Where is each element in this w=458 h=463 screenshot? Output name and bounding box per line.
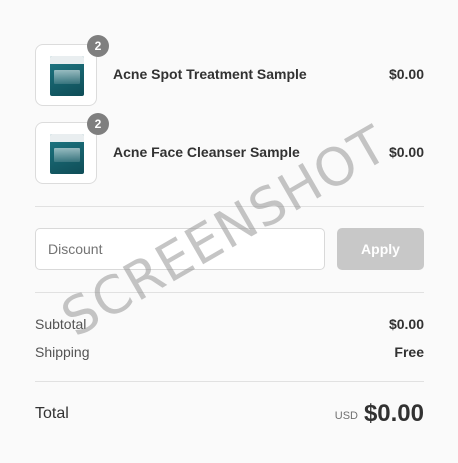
product-name: Acne Spot Treatment Sample — [113, 66, 307, 82]
product-packet-image — [50, 134, 84, 174]
total-label: Total — [35, 405, 69, 422]
total-amount: $0.00 — [363, 400, 424, 427]
product-price: $0.00 — [388, 66, 424, 82]
divider — [35, 381, 424, 382]
product-name: Acne Face Cleanser Sample — [113, 144, 300, 160]
discount-code-input[interactable] — [35, 228, 325, 270]
subtotal-value: $0.00 — [388, 316, 424, 332]
product-thumbnail — [35, 122, 97, 184]
product-packet-image — [50, 56, 84, 96]
quantity-badge: 2 — [87, 35, 109, 57]
quantity-badge: 2 — [87, 113, 109, 135]
product-price: $0.00 — [388, 144, 424, 160]
shipping-label: Shipping — [35, 344, 90, 360]
shipping-value: Free — [394, 344, 424, 360]
total-currency: USD — [334, 410, 358, 422]
apply-discount-button[interactable]: Apply — [337, 228, 424, 270]
product-thumbnail — [35, 44, 97, 106]
line-item: 2 Acne Face Cleanser Sample $0.00 — [35, 113, 424, 186]
divider — [35, 206, 424, 207]
divider — [35, 292, 424, 293]
line-item: 2 Acne Spot Treatment Sample $0.00 — [35, 35, 424, 108]
subtotal-label: Subtotal — [35, 316, 87, 332]
